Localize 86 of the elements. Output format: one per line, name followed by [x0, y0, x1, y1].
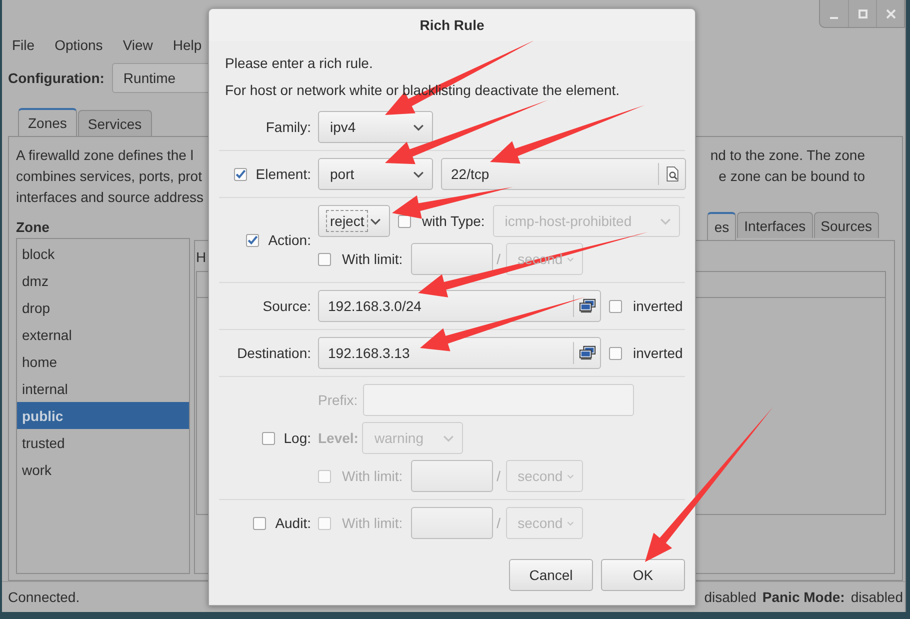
- checkbox[interactable]: [318, 516, 331, 530]
- zone-item[interactable]: drop: [17, 294, 189, 321]
- configuration-label: Configuration:: [8, 70, 104, 86]
- dropdown[interactable]: ipv4: [318, 111, 433, 143]
- field-label: Prefix:: [318, 392, 358, 408]
- field-label: With limit:: [342, 468, 403, 484]
- checkbox[interactable]: [318, 470, 331, 482]
- input-field[interactable]: [362, 384, 634, 416]
- zone-item[interactable]: public: [17, 402, 189, 429]
- field-label: with Type:: [422, 213, 485, 229]
- checkbox[interactable]: [609, 346, 622, 360]
- description-text: interfaces and source address: [16, 188, 204, 207]
- description-text: A firewalld zone defines the l: [16, 146, 194, 165]
- zone-item[interactable]: external: [17, 321, 189, 348]
- field-label: Audit:: [275, 515, 311, 531]
- chevron-icon: [660, 218, 671, 224]
- field-label: Source:: [262, 298, 311, 314]
- status-value: disabled: [704, 589, 756, 605]
- maximize-icon: [858, 8, 868, 18]
- panel-label: H: [196, 249, 206, 265]
- field-label: With limit:: [342, 515, 403, 531]
- close-icon: [886, 8, 896, 18]
- description-text: combines services, ports, prot: [16, 167, 203, 186]
- field-label: inverted: [633, 298, 683, 314]
- chevron-icon: [413, 124, 424, 130]
- dialog-button[interactable]: Cancel: [509, 559, 593, 591]
- chevron-icon: [370, 218, 381, 224]
- chevron-icon: [566, 520, 574, 526]
- input-field[interactable]: [410, 507, 493, 539]
- minimize-icon: [830, 16, 838, 18]
- input-field[interactable]: [410, 243, 493, 275]
- chevron-icon: [566, 472, 574, 480]
- instruction-text: Please enter a rich rule.: [224, 54, 374, 73]
- checkbox[interactable]: [398, 214, 411, 228]
- field-label: Family:: [266, 119, 311, 135]
- chevron-icon: [413, 170, 424, 178]
- status-value: disabled: [850, 589, 903, 605]
- separator-slash: /: [496, 515, 501, 531]
- separator-slash: /: [496, 251, 501, 267]
- zone-item[interactable]: internal: [17, 375, 189, 402]
- tab[interactable]: es: [707, 212, 736, 240]
- checkbox[interactable]: [253, 516, 266, 530]
- input-field[interactable]: 22/tcp: [441, 158, 686, 190]
- description-text: nd to the zone. The zone: [710, 146, 865, 165]
- tab[interactable]: Interfaces: [737, 212, 813, 238]
- zone-item[interactable]: home: [17, 348, 189, 375]
- menu-item[interactable]: View: [120, 37, 155, 53]
- field-label: With limit:: [342, 251, 403, 267]
- separator-slash: /: [496, 468, 501, 484]
- tab[interactable]: Sources: [814, 212, 879, 238]
- checkbox[interactable]: [609, 300, 622, 312]
- field-label: Action:: [268, 232, 311, 248]
- field-label: Destination:: [237, 345, 311, 361]
- chevron-icon: [443, 434, 454, 442]
- dropdown[interactable]: reject: [318, 205, 390, 237]
- field-label: Log:: [284, 430, 311, 446]
- computers-icon: [578, 345, 596, 361]
- zone-item[interactable]: trusted: [17, 429, 189, 456]
- menu-item[interactable]: File: [10, 37, 37, 53]
- tab[interactable]: Zones: [18, 108, 77, 136]
- chevron-icon: [566, 256, 574, 262]
- dialog-button[interactable]: OK: [601, 559, 685, 591]
- tab[interactable]: Services: [78, 110, 152, 136]
- description-text: e zone can be bound to: [718, 167, 865, 186]
- status-text: Connected.: [8, 589, 80, 605]
- menu-item[interactable]: Help: [170, 37, 204, 53]
- checkbox[interactable]: [234, 168, 247, 180]
- field-label: inverted: [633, 345, 683, 361]
- document-search-icon: [664, 166, 680, 182]
- checkbox[interactable]: [246, 234, 260, 246]
- zone-item[interactable]: dmz: [17, 267, 189, 294]
- checkbox[interactable]: [318, 252, 331, 266]
- dialog-title: Rich Rule: [209, 9, 695, 41]
- field-label: Element:: [256, 166, 311, 182]
- zone-item[interactable]: work: [17, 456, 189, 483]
- dropdown[interactable]: port: [318, 158, 433, 190]
- field-label: Level:: [318, 430, 358, 446]
- zone-item[interactable]: block: [17, 240, 189, 267]
- zone-heading: Zone: [16, 218, 50, 237]
- computers-icon: [578, 298, 596, 314]
- menu-item[interactable]: Options: [52, 37, 105, 53]
- input-field[interactable]: [410, 460, 493, 492]
- checkbox[interactable]: [262, 432, 275, 444]
- input-field[interactable]: 192.168.3.0/24: [318, 290, 601, 322]
- status-label: Panic Mode:: [762, 589, 845, 605]
- input-field[interactable]: 192.168.3.13: [318, 337, 601, 369]
